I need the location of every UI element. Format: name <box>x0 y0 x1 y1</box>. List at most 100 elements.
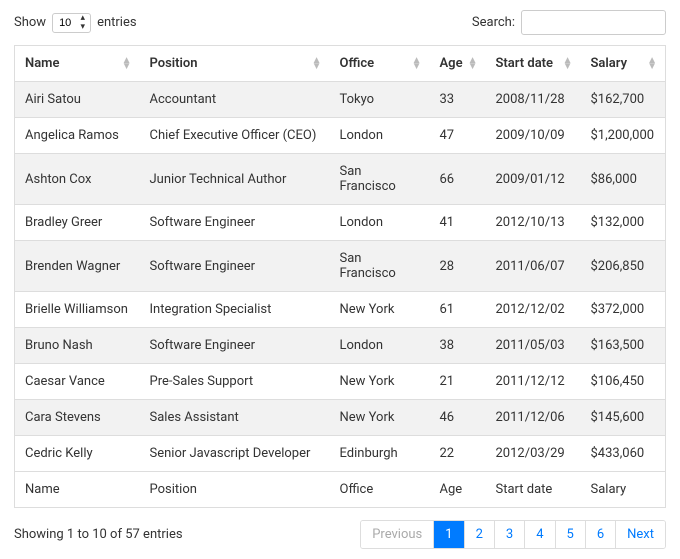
cell-office: Edinburgh <box>330 436 430 472</box>
page-3[interactable]: 3 <box>494 521 524 548</box>
sort-icon: ▲▼ <box>468 58 478 70</box>
cell-office: San Francisco <box>330 154 430 205</box>
cell-position: Software Engineer <box>140 328 330 364</box>
cell-salary: $1,200,000 <box>581 118 666 154</box>
cell-salary: $372,000 <box>581 292 666 328</box>
column-header-start-date[interactable]: Start date ▲▼ <box>486 46 581 82</box>
cell-age: 38 <box>430 328 486 364</box>
cell-office: New York <box>330 364 430 400</box>
table-row: Angelica RamosChief Executive Officer (C… <box>15 118 666 154</box>
pagination: Previous123456Next <box>360 520 666 549</box>
table-row: Brielle WilliamsonIntegration Specialist… <box>15 292 666 328</box>
cell-age: 41 <box>430 205 486 241</box>
search-label: Search: <box>472 15 515 30</box>
cell-name: Bradley Greer <box>15 205 140 241</box>
footer-start-date: Start date <box>486 472 581 508</box>
table-row: Brenden WagnerSoftware EngineerSan Franc… <box>15 241 666 292</box>
footer-salary: Salary <box>581 472 666 508</box>
length-control: Show 10 ▴▾ entries <box>14 13 137 33</box>
cell-start: 2012/03/29 <box>486 436 581 472</box>
table-row: Cara StevensSales AssistantNew York46201… <box>15 400 666 436</box>
cell-position: Senior Javascript Developer <box>140 436 330 472</box>
cell-office: New York <box>330 292 430 328</box>
data-table: Name▲▼Position▲▼Office▲▼Age▲▼Start date▲… <box>14 45 666 508</box>
column-header-name[interactable]: Name ▲▼ <box>15 46 140 82</box>
show-label: Show <box>14 15 46 30</box>
cell-office: San Francisco <box>330 241 430 292</box>
entries-label: entries <box>97 15 137 30</box>
footer-name: Name <box>15 472 140 508</box>
cell-start: 2012/12/02 <box>486 292 581 328</box>
column-header-salary[interactable]: Salary ▲▼ <box>581 46 666 82</box>
sort-icon: ▲▼ <box>647 58 657 70</box>
cell-name: Cara Stevens <box>15 400 140 436</box>
cell-start: 2012/10/13 <box>486 205 581 241</box>
sort-icon: ▲▼ <box>563 58 573 70</box>
cell-position: Junior Technical Author <box>140 154 330 205</box>
column-label: Position <box>150 56 198 71</box>
cell-name: Ashton Cox <box>15 154 140 205</box>
cell-position: Software Engineer <box>140 241 330 292</box>
cell-salary: $206,850 <box>581 241 666 292</box>
page-4[interactable]: 4 <box>524 521 554 548</box>
cell-age: 61 <box>430 292 486 328</box>
cell-salary: $433,060 <box>581 436 666 472</box>
column-label: Start date <box>496 56 554 71</box>
table-row: Bruno NashSoftware EngineerLondon382011/… <box>15 328 666 364</box>
sort-icon: ▲▼ <box>412 58 422 70</box>
cell-salary: $86,000 <box>581 154 666 205</box>
column-header-age[interactable]: Age ▲▼ <box>430 46 486 82</box>
cell-office: Tokyo <box>330 82 430 118</box>
cell-salary: $162,700 <box>581 82 666 118</box>
column-header-position[interactable]: Position ▲▼ <box>140 46 330 82</box>
cell-start: 2011/06/07 <box>486 241 581 292</box>
column-label: Salary <box>591 56 628 71</box>
page-6[interactable]: 6 <box>585 521 615 548</box>
cell-age: 33 <box>430 82 486 118</box>
search-input[interactable] <box>521 10 666 35</box>
cell-age: 46 <box>430 400 486 436</box>
cell-name: Airi Satou <box>15 82 140 118</box>
entries-select[interactable]: 10 <box>52 13 91 33</box>
cell-age: 66 <box>430 154 486 205</box>
page-2[interactable]: 2 <box>464 521 494 548</box>
table-row: Cedric KellySenior Javascript DeveloperE… <box>15 436 666 472</box>
column-label: Age <box>440 56 463 71</box>
cell-salary: $106,450 <box>581 364 666 400</box>
cell-age: 21 <box>430 364 486 400</box>
sort-icon: ▲▼ <box>312 58 322 70</box>
cell-start: 2011/12/12 <box>486 364 581 400</box>
column-header-office[interactable]: Office▲▼ <box>330 46 430 82</box>
search-control: Search: <box>472 10 666 35</box>
cell-position: Sales Assistant <box>140 400 330 436</box>
cell-name: Brenden Wagner <box>15 241 140 292</box>
column-label: Name <box>25 56 59 71</box>
cell-office: London <box>330 328 430 364</box>
footer-age: Age <box>430 472 486 508</box>
cell-office: New York <box>330 400 430 436</box>
cell-start: 2009/10/09 <box>486 118 581 154</box>
cell-start: 2011/12/06 <box>486 400 581 436</box>
cell-name: Bruno Nash <box>15 328 140 364</box>
cell-name: Angelica Ramos <box>15 118 140 154</box>
next-button[interactable]: Next <box>615 521 665 548</box>
table-row: Ashton CoxJunior Technical AuthorSan Fra… <box>15 154 666 205</box>
cell-salary: $163,500 <box>581 328 666 364</box>
page-1[interactable]: 1 <box>433 521 463 548</box>
cell-office: London <box>330 205 430 241</box>
table-info: Showing 1 to 10 of 57 entries <box>14 527 183 542</box>
cell-age: 28 <box>430 241 486 292</box>
cell-salary: $145,600 <box>581 400 666 436</box>
cell-salary: $132,000 <box>581 205 666 241</box>
cell-name: Brielle Williamson <box>15 292 140 328</box>
cell-position: Pre-Sales Support <box>140 364 330 400</box>
cell-position: Integration Specialist <box>140 292 330 328</box>
table-row: Bradley GreerSoftware EngineerLondon4120… <box>15 205 666 241</box>
page-5[interactable]: 5 <box>555 521 585 548</box>
cell-start: 2011/05/03 <box>486 328 581 364</box>
sort-icon: ▲▼ <box>122 58 132 70</box>
table-row: Caesar VancePre-Sales SupportNew York212… <box>15 364 666 400</box>
footer-position: Position <box>140 472 330 508</box>
cell-start: 2009/01/12 <box>486 154 581 205</box>
cell-age: 22 <box>430 436 486 472</box>
